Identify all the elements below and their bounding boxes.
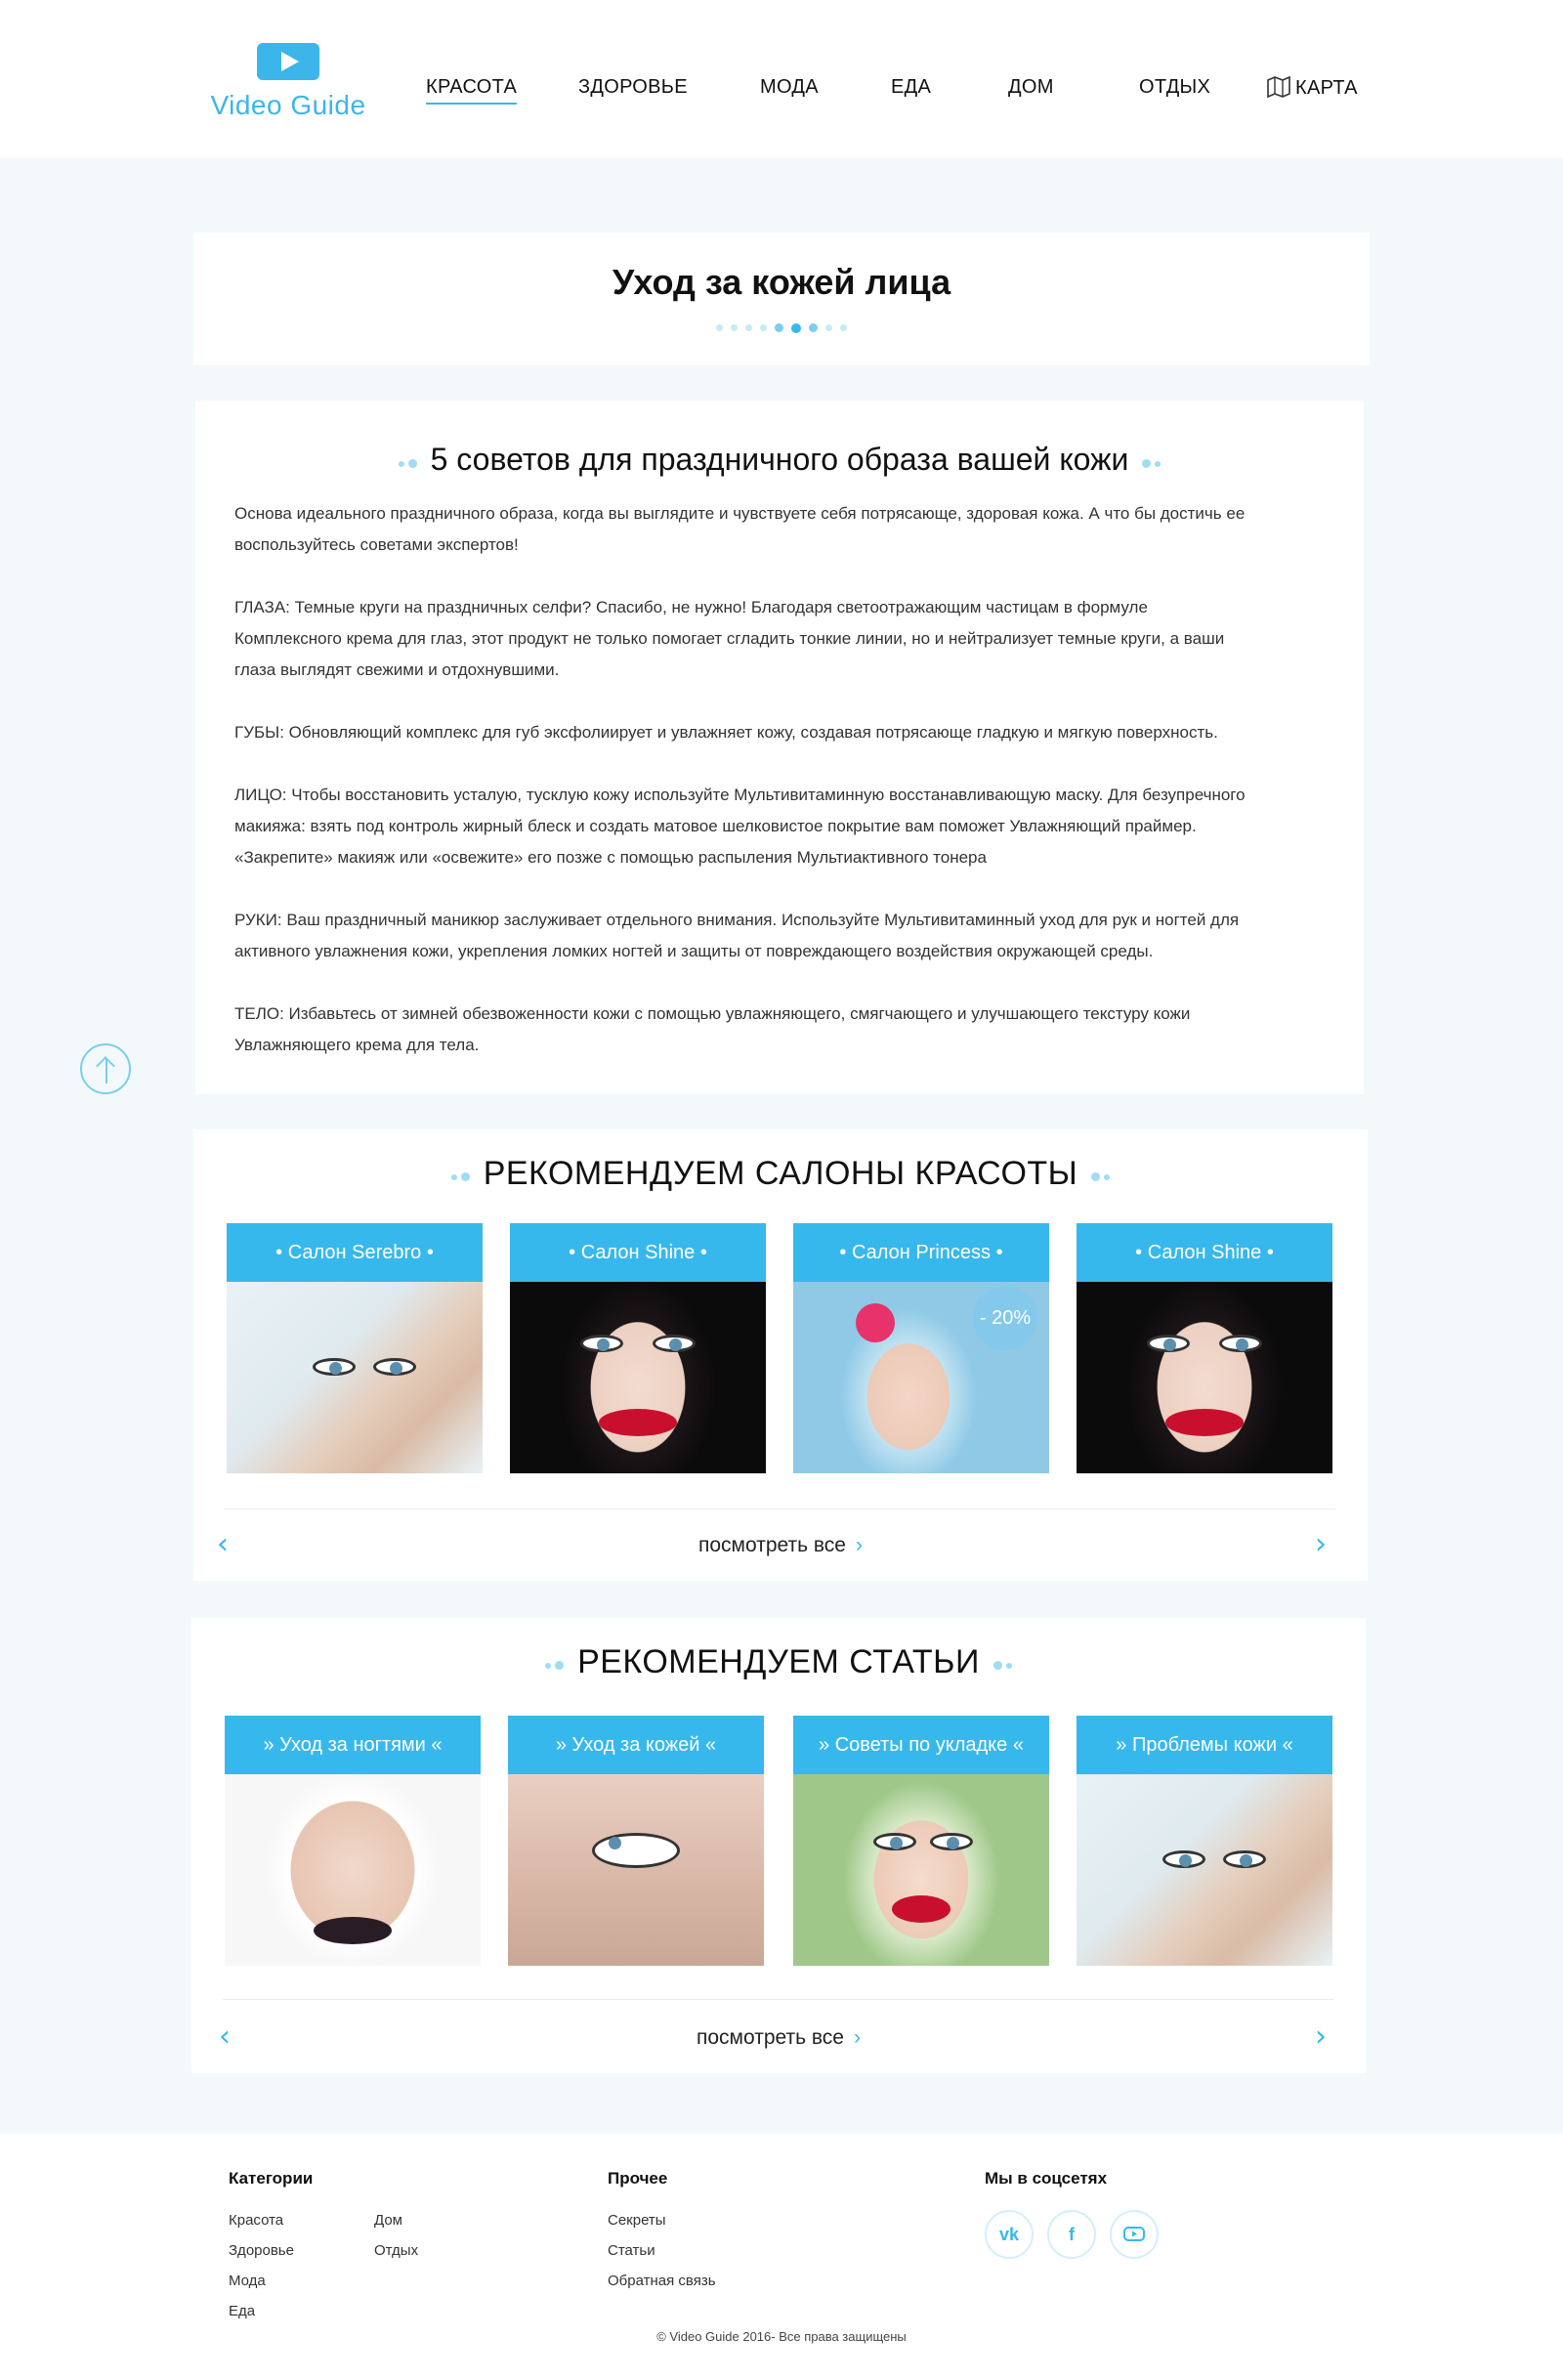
footer-other-title: Прочее [608,2169,668,2188]
salon-card-label[interactable]: • Салон Shine • [510,1223,766,1282]
nav-item-leisure[interactable]: ОТДЫХ [1139,76,1210,99]
footer-link[interactable]: Обратная связь [608,2273,716,2289]
divider [223,1999,1334,2000]
pager-dot[interactable] [716,324,723,331]
pager-dot[interactable] [840,324,847,331]
dots-decoration [992,1645,1014,1683]
logo[interactable]: Video Guide [205,43,371,131]
pager-dot[interactable] [809,323,818,332]
salon-card-image[interactable] [227,1282,483,1473]
pager-dot[interactable] [825,324,832,331]
footer-link[interactable]: Еда [229,2303,255,2319]
article-body: Основа идеального праздничного образа, к… [234,498,1329,1092]
article-card[interactable]: » Советы по укладке « [793,1716,1049,1966]
footer-link[interactable]: Статьи [608,2242,655,2259]
articles-panel: РЕКОМЕНДУЕМ СТАТЬИ » Уход за ногтями « »… [191,1618,1366,2073]
footer-link[interactable]: Мода [229,2273,266,2289]
nav-item-home[interactable]: ДОМ [1008,76,1054,99]
salon-card[interactable]: • Салон Serebro • [227,1223,483,1473]
article-panel: 5 советов для праздничного образа вашей … [195,401,1364,1094]
article-paragraph-intro: Основа идеального праздничного образа, к… [234,504,1246,554]
article-paragraph-eyes: ГЛАЗА: Темные круги на праздничных селфи… [234,598,1225,679]
salon-card[interactable]: • Салон Princess • - 20% [793,1223,1049,1473]
salons-heading-text: РЕКОМЕНДУЕМ САЛОНЫ КРАСОТЫ [483,1155,1078,1192]
salon-card-label[interactable]: • Салон Shine • [1077,1223,1332,1282]
page-title: Уход за кожей лица [612,262,951,302]
dots-decoration [397,444,419,480]
scroll-to-top-button[interactable] [80,1043,131,1094]
article-card[interactable]: » Проблемы кожи « [1077,1716,1332,1966]
salon-card[interactable]: • Салон Shine • [510,1223,766,1473]
map-icon [1267,75,1290,98]
vk-icon[interactable]: vk [985,2210,1034,2259]
play-icon [257,43,319,80]
pager-dot[interactable] [791,322,801,333]
article-card-image[interactable] [793,1774,1049,1966]
article-card-label[interactable]: » Советы по укладке « [793,1716,1049,1774]
facebook-icon[interactable]: f [1047,2210,1096,2259]
dots-decoration [543,1645,566,1683]
articles-heading-text: РЕКОМЕНДУЕМ СТАТЬИ [577,1643,980,1680]
salon-card-image[interactable]: - 20% [793,1282,1049,1473]
article-paragraph-face: ЛИЦО: Чтобы восстановить усталую, тусклу… [234,786,1246,867]
nav-item-map[interactable]: КАРТА [1266,74,1358,100]
footer-link[interactable]: Секреты [608,2212,666,2229]
article-card[interactable]: » Уход за кожей « [508,1716,764,1966]
salon-card-label[interactable]: • Салон Serebro • [227,1223,483,1282]
footer-categories-title: Категории [229,2169,314,2188]
chevron-right-icon: › [855,1534,863,1556]
chevron-right-icon: › [853,2026,861,2049]
salon-card-label[interactable]: • Салон Princess • [793,1223,1049,1282]
discount-badge: - 20% [973,1286,1037,1350]
title-pager [0,318,1563,333]
article-card-label[interactable]: » Проблемы кожи « [1077,1716,1332,1774]
footer-link[interactable]: Красота [229,2212,283,2229]
salon-card-image[interactable] [1077,1282,1332,1473]
carousel-next-arrow[interactable]: › [1315,2022,1327,2052]
pager-dot[interactable] [745,324,752,331]
salons-view-all-link[interactable]: посмотреть все › [193,1534,1368,1557]
article-card-label[interactable]: » Уход за кожей « [508,1716,764,1774]
article-paragraph-lips: ГУБЫ: Обновляющий комплекс для губ эксфо… [234,723,1218,742]
flower-decoration [856,1303,895,1342]
footer-link[interactable]: Отдых [374,2242,418,2259]
articles-heading: РЕКОМЕНДУЕМ СТАТЬИ [191,1643,1366,1683]
article-card-image[interactable] [225,1774,481,1966]
article-heading: 5 советов для праздничного образа вашей … [195,442,1364,480]
article-card-image[interactable] [508,1774,764,1966]
copyright: © Video Guide 2016- Все права защищены [656,2329,907,2344]
article-heading-text: 5 советов для праздничного образа вашей … [430,442,1129,477]
article-card-image[interactable] [1077,1774,1332,1966]
pager-dot[interactable] [775,323,783,332]
footer-link[interactable]: Дом [374,2212,402,2229]
page-title-panel: Уход за кожей лица [193,233,1370,365]
article-card-label[interactable]: » Уход за ногтями « [225,1716,481,1774]
site-footer: Категории Красота Здоровье Мода Еда Дом … [0,2134,1563,2380]
nav-item-map-label: КАРТА [1295,77,1358,99]
site-header: Video Guide КРАСОТА ЗДОРОВЬЕ МОДА ЕДА ДО… [0,0,1563,158]
carousel-next-arrow[interactable]: › [1315,1530,1327,1559]
salons-heading: РЕКОМЕНДУЕМ САЛОНЫ КРАСОТЫ [193,1155,1368,1195]
nav-item-health[interactable]: ЗДОРОВЬЕ [578,76,688,99]
nav-item-food[interactable]: ЕДА [891,76,931,99]
dots-decoration [449,1157,472,1195]
article-paragraph-body: ТЕЛО: Избавьтесь от зимней обезвоженност… [234,1004,1191,1054]
dots-decoration [1089,1157,1112,1195]
youtube-icon[interactable] [1110,2210,1159,2259]
article-card[interactable]: » Уход за ногтями « [225,1716,481,1966]
salon-card-image[interactable] [510,1282,766,1473]
pager-dot[interactable] [731,324,738,331]
logo-text: Video Guide [210,90,366,120]
pager-dot[interactable] [760,324,767,331]
footer-link[interactable]: Здоровье [229,2242,294,2259]
footer-social-title: Мы в соцсетях [985,2169,1108,2188]
salons-panel: РЕКОМЕНДУЕМ САЛОНЫ КРАСОТЫ • Салон Sereb… [193,1129,1368,1581]
nav-item-fashion[interactable]: МОДА [760,76,819,99]
article-paragraph-hands: РУКИ: Ваш праздничный маникюр заслуживае… [234,911,1240,960]
nav-item-beauty[interactable]: КРАСОТА [426,76,518,105]
articles-view-all-link[interactable]: посмотреть все › [191,2026,1366,2050]
salon-card[interactable]: • Салон Shine • [1077,1223,1332,1473]
dots-decoration [1140,444,1162,480]
